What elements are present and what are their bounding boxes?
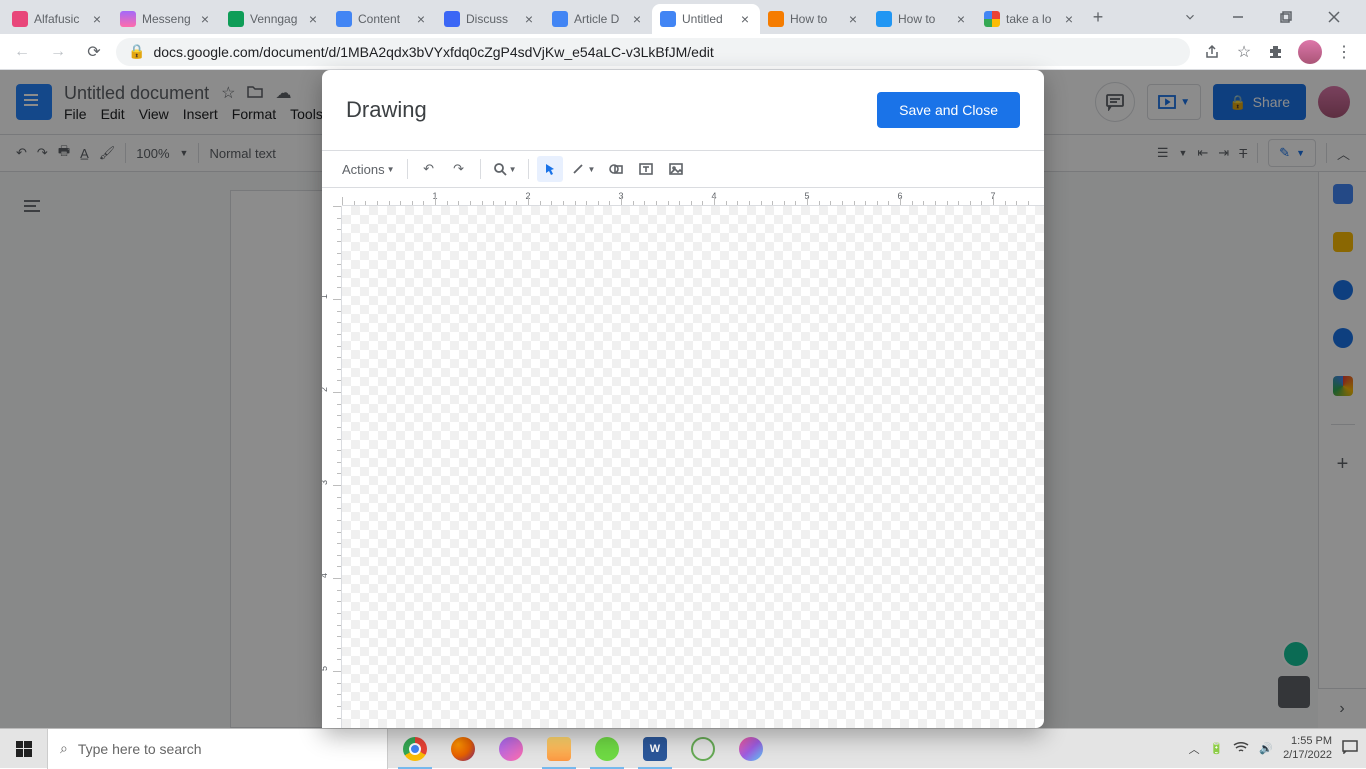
tab-label: take a lo [1006,12,1058,26]
close-icon[interactable]: × [90,12,104,26]
close-icon[interactable]: × [522,12,536,26]
volume-icon[interactable]: 🔊 [1259,742,1273,755]
browser-tab-strip: Alfafusic × Messeng × Venngag × Content × Di… [0,0,1366,34]
tab-google[interactable]: take a lo × [976,4,1084,34]
lock-icon: 🔒 [128,43,145,60]
profile-avatar[interactable] [1298,40,1322,64]
search-icon: ⌕ [60,740,68,757]
drawing-canvas-area: 1234567 12345 [322,188,1044,728]
time-text: 1:55 PM [1283,735,1332,748]
tab-search-icon[interactable] [1174,3,1206,31]
wifi-icon[interactable] [1233,741,1249,756]
taskbar-itunes-icon[interactable] [728,729,774,769]
taskbar-explorer-icon[interactable] [536,729,582,769]
taskbar-app-icon[interactable] [680,729,726,769]
shape-tool-icon[interactable] [603,156,629,182]
tab-label: Untitled [682,12,734,26]
redo-icon[interactable]: ↷ [446,156,472,182]
actions-label: Actions [342,162,385,177]
docs-app: Untitled document ☆ ☁ File Edit View Ins… [0,70,1366,728]
textbox-tool-icon[interactable] [633,156,659,182]
url-input[interactable]: 🔒 docs.google.com/document/d/1MBA2qdx3bV… [116,38,1190,66]
windows-taskbar: ⌕ Type here to search W ︿ 🔋 🔊 1:55 PM 2/… [0,728,1366,768]
tab-content[interactable]: Content × [328,4,436,34]
close-icon[interactable]: × [1062,12,1076,26]
tab-howto2[interactable]: How to × [868,4,976,34]
taskbar-search[interactable]: ⌕ Type here to search [48,729,388,769]
close-icon[interactable]: × [738,12,752,26]
tab-article[interactable]: Article D × [544,4,652,34]
taskbar-word-icon[interactable]: W [632,729,678,769]
tab-label: Venngag [250,12,302,26]
tab-discuss[interactable]: Discuss × [436,4,544,34]
address-bar: ← → ⟳ 🔒 docs.google.com/document/d/1MBA2… [0,34,1366,70]
close-icon[interactable]: × [414,12,428,26]
taskbar-messenger-icon[interactable] [488,729,534,769]
date-text: 2/17/2022 [1283,749,1332,762]
horizontal-ruler: 1234567 [342,188,1044,206]
battery-icon[interactable]: 🔋 [1210,742,1224,755]
undo-icon[interactable]: ↶ [416,156,442,182]
tab-label: How to [790,12,842,26]
tab-label: Content [358,12,410,26]
actions-menu[interactable]: Actions▼ [338,156,399,182]
chrome-menu-icon[interactable]: ⋮ [1334,42,1354,62]
close-icon[interactable]: × [306,12,320,26]
image-tool-icon[interactable] [663,156,689,182]
close-icon[interactable]: × [630,12,644,26]
system-tray: ︿ 🔋 🔊 1:55 PM 2/17/2022 [1181,735,1366,761]
bookmark-star-icon[interactable]: ☆ [1234,42,1254,62]
close-icon[interactable]: × [198,12,212,26]
select-tool-icon[interactable] [537,156,563,182]
maximize-icon[interactable] [1270,3,1302,31]
zoom-icon[interactable]: ▼ [489,156,521,182]
clock[interactable]: 1:55 PM 2/17/2022 [1283,735,1332,761]
tab-label: Article D [574,12,626,26]
tab-alfafusic[interactable]: Alfafusic × [4,4,112,34]
share-page-icon[interactable] [1202,42,1222,62]
start-button[interactable] [0,729,48,769]
line-tool-icon[interactable]: ▼ [567,156,599,182]
close-icon[interactable]: × [846,12,860,26]
taskbar-firefox-icon[interactable] [440,729,486,769]
tab-label: How to [898,12,950,26]
extensions-icon[interactable] [1266,42,1286,62]
url-text: docs.google.com/document/d/1MBA2qdx3bVYx… [153,44,713,60]
tab-untitled[interactable]: Untitled × [652,4,760,34]
taskbar-chrome-icon[interactable] [392,729,438,769]
drawing-toolbar: Actions▼ ↶ ↷ ▼ ▼ [322,150,1044,188]
taskbar-upwork-icon[interactable] [584,729,630,769]
tab-howto1[interactable]: How to × [760,4,868,34]
close-icon[interactable]: × [954,12,968,26]
drawing-dialog: Drawing Save and Close Actions▼ ↶ ↷ ▼ ▼ … [322,70,1044,728]
close-window-icon[interactable] [1318,3,1350,31]
tab-label: Messeng [142,12,194,26]
tab-label: Discuss [466,12,518,26]
dialog-title: Drawing [346,97,427,123]
back-icon[interactable]: ← [8,38,36,66]
vertical-ruler: 12345 [322,206,342,728]
save-close-label: Save and Close [899,102,998,118]
new-tab-button[interactable]: + [1084,3,1112,31]
tray-chevron-icon[interactable]: ︿ [1189,741,1200,757]
forward-icon[interactable]: → [44,38,72,66]
tab-venngage[interactable]: Venngag × [220,4,328,34]
search-placeholder: Type here to search [78,741,202,757]
tab-messenger[interactable]: Messeng × [112,4,220,34]
reload-icon[interactable]: ⟳ [80,38,108,66]
notifications-icon[interactable] [1342,740,1358,757]
save-and-close-button[interactable]: Save and Close [877,92,1020,128]
drawing-canvas[interactable] [342,206,1044,728]
tab-label: Alfafusic [34,12,86,26]
minimize-icon[interactable] [1222,3,1254,31]
